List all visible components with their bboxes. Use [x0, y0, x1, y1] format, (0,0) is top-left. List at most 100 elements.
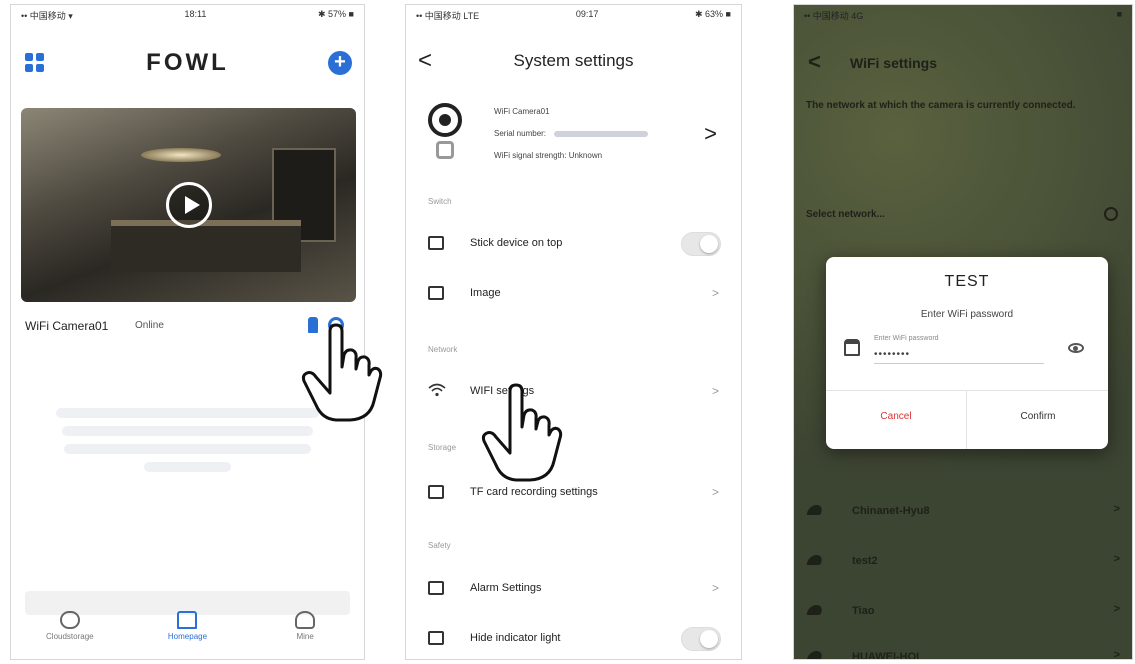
row-image[interactable]: Image >	[428, 280, 721, 310]
row-label: TF card recording settings	[470, 486, 598, 498]
wifi-icon	[428, 383, 446, 397]
tab-label: Cloudstorage	[46, 632, 94, 641]
network-item[interactable]: Chinanet-Hyu8 >	[804, 499, 1120, 527]
network-item[interactable]: test2 >	[804, 549, 1120, 577]
back-button[interactable]: <	[808, 49, 821, 75]
row-label: Image	[470, 287, 501, 299]
wifi-icon	[806, 505, 824, 515]
light-off-icon	[428, 631, 444, 645]
person-icon	[295, 611, 316, 629]
section-network: Network	[428, 345, 458, 354]
image-icon	[428, 286, 444, 300]
serial-label: Serial number:	[494, 129, 547, 138]
button-divider	[966, 391, 967, 449]
dialog-title: TEST	[944, 273, 990, 290]
status-carrier: •• 中国移动 LTE	[416, 11, 480, 21]
wifi-icon	[806, 605, 824, 615]
nav-bar: < System settings	[406, 45, 741, 81]
refresh-icon[interactable]	[1104, 207, 1118, 221]
lock-icon	[844, 339, 860, 356]
indicator-toggle[interactable]	[681, 627, 721, 651]
signal-strength: WiFi signal strength: Unknown	[494, 151, 603, 160]
confirm-button[interactable]: Confirm	[968, 411, 1108, 422]
section-switch: Switch	[428, 197, 452, 206]
tab-label: Mine	[296, 632, 314, 641]
section-storage: Storage	[428, 443, 457, 452]
room-image-bed	[111, 220, 301, 272]
cancel-button[interactable]: Cancel	[826, 411, 966, 422]
select-network-label: Select network...	[806, 209, 885, 220]
network-name: test2	[852, 555, 878, 567]
row-label: Stick device on top	[470, 237, 563, 249]
row-wifi-settings[interactable]: WIFI settings >	[428, 378, 721, 408]
chevron-right-icon: >	[711, 581, 719, 595]
row-tf-card-recording[interactable]: TF card recording settings >	[428, 479, 721, 509]
status-carrier: •• 中国移动 ▾	[21, 11, 73, 21]
wifi-icon	[806, 651, 824, 659]
row-alarm-settings[interactable]: Alarm Settings >	[428, 575, 721, 605]
tab-cloudstorage[interactable]: Cloudstorage	[30, 609, 110, 655]
row-label: Alarm Settings	[470, 582, 542, 594]
page-title: WiFi settings	[850, 55, 937, 71]
phone-system-settings: •• 中国移动 LTE 09:17 ✱ 63% ■ < System setti…	[405, 4, 742, 660]
device-card[interactable]: WiFi Camera01 Serial number: WiFi signal…	[426, 97, 721, 173]
network-name: HUAWEI-HOI	[852, 651, 920, 660]
camera-device-icon	[426, 103, 466, 163]
phone-wifi-settings: •• 中国移动 4G ■ < WiFi settings The network…	[793, 4, 1133, 660]
pin-icon	[428, 236, 444, 250]
camera-status: Online	[135, 320, 164, 331]
app-logo: FOWL	[146, 49, 229, 76]
status-carrier: •• 中国移动 4G	[804, 11, 864, 21]
tab-label: Homepage	[167, 632, 208, 641]
status-battery: ■	[1116, 9, 1122, 19]
chevron-right-icon: >	[1113, 603, 1120, 615]
chevron-right-icon: >	[1113, 503, 1120, 515]
alarm-icon	[428, 581, 444, 595]
row-hide-indicator-light: Hide indicator light	[428, 625, 721, 655]
chevron-right-icon: >	[1113, 553, 1120, 565]
network-item[interactable]: Tiao >	[804, 599, 1120, 627]
status-bar: •• 中国移动 ▾ 18:11 ✱ 57% ■	[21, 9, 354, 23]
network-name: Chinanet-Hyu8	[852, 505, 930, 517]
wifi-password-dialog: TEST Enter WiFi password Enter WiFi pass…	[826, 257, 1108, 449]
status-battery: ✱ 57% ■	[318, 9, 354, 19]
status-battery: ✱ 63% ■	[695, 9, 731, 19]
chevron-right-icon: >	[711, 485, 719, 499]
network-item[interactable]: HUAWEI-HOI >	[804, 645, 1120, 660]
password-placeholder: Enter WiFi password	[874, 335, 939, 342]
cloud-icon	[59, 611, 80, 629]
status-bar: •• 中国移动 4G ■	[804, 9, 1122, 23]
tab-mine[interactable]: Mine	[265, 609, 345, 655]
add-device-button[interactable]: +	[328, 51, 352, 75]
home-icon	[177, 611, 198, 629]
camera-preview[interactable]	[21, 108, 356, 302]
row-label: Hide indicator light	[470, 632, 561, 644]
play-icon[interactable]	[165, 182, 212, 228]
section-safety: Safety	[428, 541, 451, 550]
chevron-right-icon: >	[704, 121, 717, 146]
tab-bar: Cloudstorage Homepage Mine	[11, 609, 364, 655]
device-name: WiFi Camera01	[494, 107, 550, 116]
current-network-description: The network at which the camera is curre…	[806, 100, 1076, 111]
status-time: 18:11	[184, 9, 207, 19]
password-input[interactable]: ••••••••	[874, 349, 1044, 364]
row-stick-device-on-top: Stick device on top	[428, 230, 721, 260]
app-header: FOWL +	[11, 47, 364, 87]
dialog-subtitle: Enter WiFi password	[920, 309, 1014, 320]
eye-icon[interactable]	[1068, 343, 1084, 353]
stick-toggle[interactable]	[681, 232, 721, 256]
room-image-light	[141, 148, 221, 162]
dialog-buttons: Cancel Confirm	[826, 390, 1108, 449]
device-info: WiFi Camera01 Serial number: WiFi signal…	[494, 101, 649, 167]
status-time: 09:17	[575, 9, 599, 19]
serial-value-blurred	[554, 130, 649, 137]
status-bar: •• 中国移动 LTE 09:17 ✱ 63% ■	[416, 9, 731, 23]
page-title: System settings	[513, 51, 634, 70]
tab-homepage[interactable]: Homepage	[147, 609, 227, 655]
chevron-right-icon: >	[1113, 649, 1120, 660]
hand-pointer-icon	[300, 323, 384, 423]
wifi-icon	[806, 555, 824, 565]
network-name: Tiao	[852, 605, 875, 617]
blurred-content	[41, 400, 334, 480]
sd-card-icon	[428, 485, 444, 499]
